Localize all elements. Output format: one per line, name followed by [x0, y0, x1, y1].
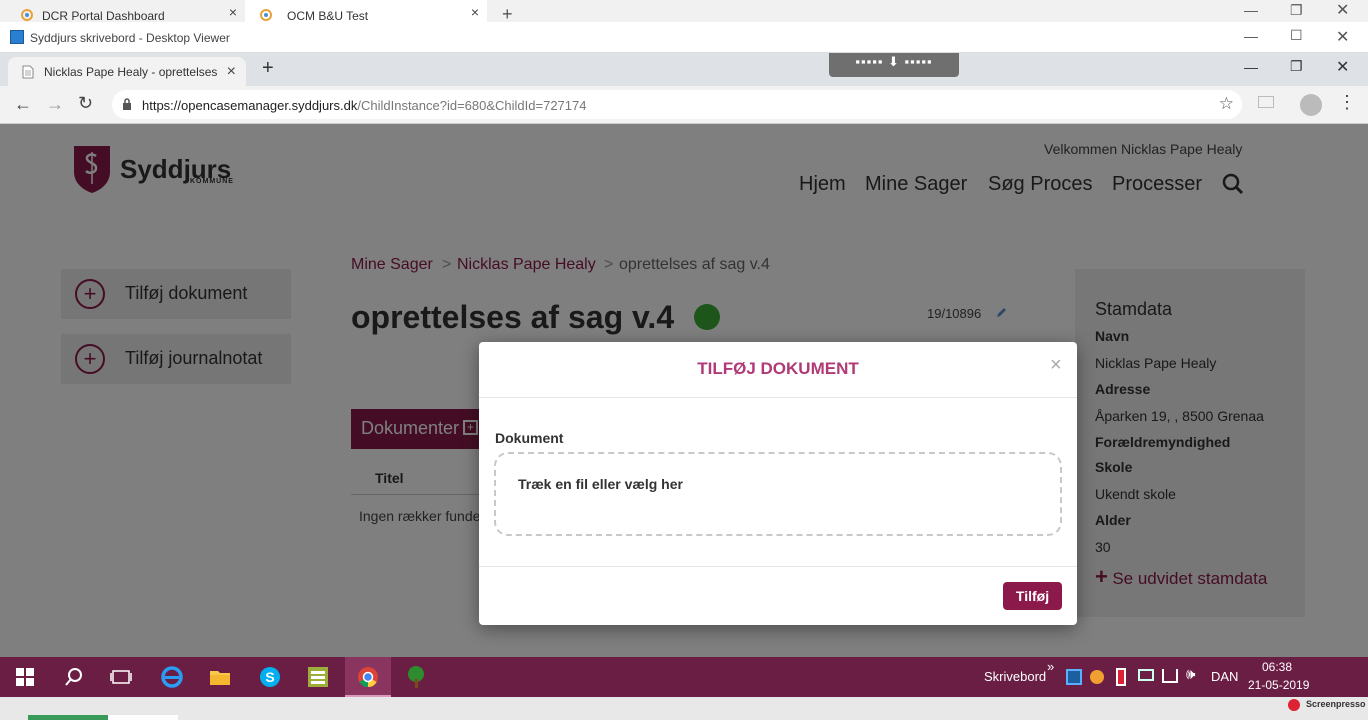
modal-title: TILFØJ DOKUMENT — [697, 359, 859, 378]
tray-battery-icon[interactable] — [1116, 668, 1126, 686]
viewer-close-icon[interactable]: ✕ — [1336, 27, 1349, 47]
outer-tab-strip: DCR Portal Dashboard × OCM B&U Test × + … — [0, 0, 1368, 24]
back-icon[interactable]: ← — [14, 94, 32, 115]
browser-tab-label: Nicklas Pape Healy - oprettelses — [44, 65, 218, 79]
close-icon[interactable]: × — [471, 4, 479, 20]
submit-button[interactable]: Tilføj — [1003, 582, 1062, 610]
profile-avatar-icon[interactable] — [1300, 94, 1322, 116]
screenpresso-watermark: Screenpresso — [1306, 699, 1366, 709]
close-icon[interactable]: × — [227, 63, 236, 81]
clock-time[interactable]: 06:38 — [1262, 660, 1292, 674]
file-explorer-icon[interactable] — [208, 665, 232, 689]
language-indicator[interactable]: DAN — [1211, 669, 1238, 684]
url-path: /ChildInstance?id=680&ChildId=727174 — [357, 98, 587, 113]
ocm-favicon-icon — [260, 9, 272, 21]
app-icon[interactable] — [306, 665, 330, 689]
desktop-label[interactable]: Skrivebord — [984, 669, 1046, 684]
internet-explorer-icon[interactable] — [160, 665, 184, 689]
viewer-title: Syddjurs skrivebord - Desktop Viewer — [30, 31, 230, 45]
tray-monitor-icon[interactable] — [1138, 669, 1154, 681]
desktop-viewer-icon — [10, 30, 24, 44]
outer-tab-dcr[interactable]: DCR Portal Dashboard × — [0, 0, 245, 23]
browser-restore-icon[interactable]: ❐ — [1290, 58, 1303, 75]
modal-close-icon[interactable]: × — [1050, 354, 1062, 377]
progress-fill — [28, 715, 108, 720]
viewer-minimize-icon[interactable]: — — [1244, 28, 1258, 44]
screenpresso-icon — [1288, 699, 1300, 711]
document-favicon-icon — [22, 65, 34, 79]
outer-tab-ocm[interactable]: OCM B&U Test × — [245, 0, 487, 23]
outer-restore-icon[interactable]: ❐ — [1290, 2, 1303, 19]
forward-icon[interactable]: → — [46, 94, 64, 115]
outer-close-icon[interactable]: ✕ — [1336, 0, 1349, 20]
url-text: https://opencasemanager.syddjurs.dk/Chil… — [142, 98, 586, 113]
browser-close-icon[interactable]: ✕ — [1336, 57, 1349, 77]
menu-kebab-icon[interactable]: ⋮ — [1338, 92, 1356, 113]
tray-app-icon[interactable] — [1066, 669, 1082, 685]
search-icon[interactable] — [62, 665, 86, 689]
clock-date[interactable]: 21-05-2019 — [1248, 678, 1309, 692]
modal-header-divider — [479, 397, 1077, 398]
outer-minimize-icon[interactable]: — — [1244, 2, 1258, 18]
task-view-icon[interactable] — [109, 665, 133, 689]
bottom-strip: Screenpresso — [0, 697, 1368, 720]
chrome-tab-strip: Nicklas Pape Healy - oprettelses × + ▪▪▪… — [0, 53, 1368, 86]
chrome-taskbar-button[interactable] — [345, 657, 391, 697]
bookmark-star-icon[interactable]: ☆ — [1219, 94, 1234, 114]
browser-tab[interactable]: Nicklas Pape Healy - oprettelses × — [8, 57, 246, 86]
chrome-icon — [358, 667, 378, 688]
cast-icon[interactable] — [1258, 96, 1274, 108]
svg-text:S: S — [265, 669, 274, 685]
browser-minimize-icon[interactable]: — — [1244, 59, 1258, 75]
citrix-toolbar-handle[interactable]: ▪▪▪▪▪ ⬇ ▪▪▪▪▪ — [829, 53, 959, 77]
close-icon[interactable]: × — [229, 4, 237, 20]
tray-shield-icon[interactable] — [1090, 670, 1104, 684]
outer-tab-ocm-label: OCM B&U Test — [287, 9, 369, 23]
url-host: https://opencasemanager.syddjurs.dk — [142, 98, 358, 113]
viewer-maximize-icon[interactable]: ☐ — [1290, 27, 1303, 44]
skype-icon[interactable]: S — [258, 665, 282, 689]
chevron-icon[interactable]: » — [1047, 659, 1054, 674]
volume-icon[interactable]: 🕪 — [1186, 666, 1195, 683]
add-document-modal: TILFØJ DOKUMENT × Dokument Træk en fil e… — [479, 342, 1077, 625]
url-field[interactable]: https://opencasemanager.syddjurs.dk/Chil… — [112, 90, 1242, 119]
reload-icon[interactable]: ↻ — [78, 93, 93, 114]
tree-app-icon[interactable] — [404, 665, 428, 689]
file-dropzone[interactable]: Træk en fil eller vælg her — [494, 452, 1062, 536]
desktop-viewer-titlebar: Syddjurs skrivebord - Desktop Viewer — ☐… — [0, 22, 1368, 53]
outer-tab-dcr-label: DCR Portal Dashboard — [42, 9, 165, 23]
progress-track — [108, 715, 178, 720]
new-tab-button[interactable]: + — [262, 57, 274, 80]
address-bar: ← → ↻ https://opencasemanager.syddjurs.d… — [0, 86, 1368, 124]
dcr-favicon-icon — [21, 9, 33, 21]
document-field-label: Dokument — [495, 430, 564, 446]
lock-icon — [123, 98, 131, 110]
tray-network-icon[interactable] — [1162, 669, 1178, 683]
windows-start-icon[interactable] — [16, 668, 34, 686]
taskbar: S Skrivebord » 🕪 DAN 06:38 21-05-2019 — [0, 657, 1368, 697]
dropzone-text: Træk en fil eller vælg her — [518, 476, 683, 492]
modal-footer-divider — [479, 566, 1077, 567]
